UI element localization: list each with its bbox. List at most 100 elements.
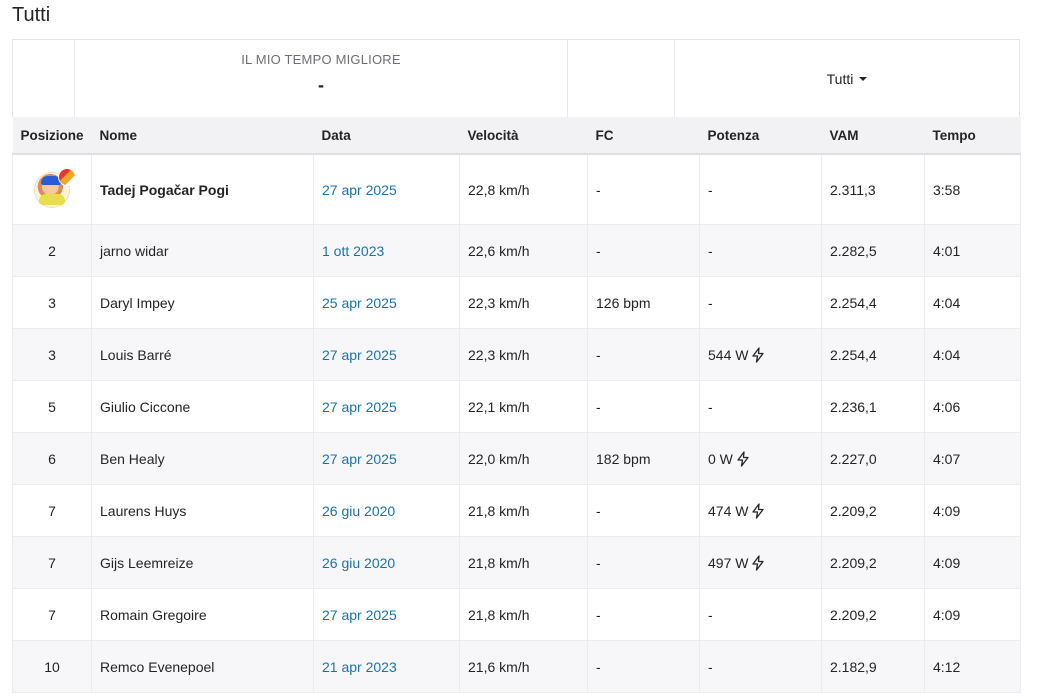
activity-date-link[interactable]: 27 apr 2025 [322,607,397,623]
athlete-name[interactable]: Gijs Leemreize [91,536,314,589]
time-cell: 4:01 [924,224,1021,277]
header-position[interactable]: Posizione [12,117,92,155]
table-row[interactable]: Tadej Pogačar Pogi 27 apr 2025 22,8 km/h - -… [12,154,1021,225]
power-cell: - [699,154,822,225]
rank-cell [12,154,92,225]
summary-spacer-mid [568,40,675,117]
activity-date-link[interactable]: 27 apr 2025 [322,451,397,467]
hr-cell: - [587,380,700,433]
power-value: 544 W [708,346,749,363]
date-cell: 27 apr 2025 [313,328,460,381]
vam-cell: 2.209,2 [821,588,925,641]
speed-cell: 22,6 km/h [459,224,588,277]
date-cell: 27 apr 2025 [313,432,460,485]
header-hr[interactable]: FC [587,117,700,155]
table-row[interactable]: 6 Ben Healy 27 apr 2025 22,0 km/h 182 bpm 0 W… [12,432,1021,485]
filter-dropdown[interactable]: Tutti [827,71,868,87]
leaderboard-table: Posizione Nome Data Velocità FC Potenza … [12,117,1021,693]
activity-date-link[interactable]: 27 apr 2025 [322,347,397,363]
time-cell: 4:09 [924,484,1021,537]
header-power[interactable]: Potenza [699,117,822,155]
date-cell: 21 apr 2023 [313,640,460,693]
rank-cell: 7 [12,588,92,641]
hr-cell: - [587,588,700,641]
lightning-bolt-icon [748,502,765,519]
table-row[interactable]: 3 Daryl Impey 25 apr 2025 22,3 km/h 126 bpm -… [12,276,1021,329]
vam-cell: 2.182,9 [821,640,925,693]
power-cell: 544 W [699,328,822,381]
time-cell: 4:04 [924,276,1021,329]
header-date[interactable]: Data [313,117,460,155]
header-speed[interactable]: Velocità [459,117,588,155]
vam-cell: 2.282,5 [821,224,925,277]
header-vam[interactable]: VAM [821,117,925,155]
rank-cell: 3 [12,276,92,329]
table-row[interactable]: 7 Gijs Leemreize 26 giu 2020 21,8 km/h -497 … [12,536,1021,589]
table-row[interactable]: 7 Romain Gregoire 27 apr 2025 21,8 km/h - -2.… [12,588,1021,641]
header-name[interactable]: Nome [91,117,314,155]
athlete-name[interactable]: Ben Healy [91,432,314,485]
hr-cell: - [587,154,700,225]
power-cell: - [699,380,822,433]
athlete-name[interactable]: Daryl Impey [91,276,314,329]
athlete-name[interactable]: Giulio Ciccone [91,380,314,433]
rank-cell: 5 [12,380,92,433]
vam-cell: 2.227,0 [821,432,925,485]
date-cell: 26 giu 2020 [313,484,460,537]
vam-cell: 2.254,4 [821,276,925,329]
speed-cell: 21,8 km/h [459,536,588,589]
athlete-name[interactable]: Tadej Pogačar Pogi [91,154,314,225]
best-time-summary: IL MIO TEMPO MIGLIORE - Tutti [12,39,1020,117]
power-cell: 474 W [699,484,822,537]
time-cell: 3:58 [924,154,1021,225]
speed-cell: 22,0 km/h [459,432,588,485]
table-row[interactable]: 10 Remco Evenepoel 21 apr 2023 21,6 km/h - -2… [12,640,1021,693]
table-header-row: Posizione Nome Data Velocità FC Potenza … [12,117,1021,155]
activity-date-link[interactable]: 25 apr 2025 [322,295,397,311]
table-row[interactable]: 5 Giulio Ciccone 27 apr 2025 22,1 km/h - -2.2… [12,380,1021,433]
best-time-value: - [318,75,324,95]
avatar-badge-icon [35,168,75,207]
athlete-name[interactable]: jarno widar [91,224,314,277]
athlete-name[interactable]: Laurens Huys [91,484,314,537]
athlete-name[interactable]: Remco Evenepoel [91,640,314,693]
activity-date-link[interactable]: 26 giu 2020 [322,503,395,519]
activity-date-link[interactable]: 1 ott 2023 [322,243,384,259]
time-cell: 4:12 [924,640,1021,693]
lightning-bolt-icon [748,346,765,363]
activity-date-link[interactable]: 27 apr 2025 [322,182,397,198]
header-time[interactable]: Tempo [924,117,1021,155]
date-cell: 27 apr 2025 [313,154,460,225]
date-cell: 27 apr 2025 [313,380,460,433]
athlete-name[interactable]: Romain Gregoire [91,588,314,641]
leaderboard-body: Tadej Pogačar Pogi 27 apr 2025 22,8 km/h - -… [12,154,1021,693]
table-row[interactable]: 3 Louis Barré 27 apr 2025 22,3 km/h -544 W 2.… [12,328,1021,381]
power-value: 497 W [708,554,749,571]
rank-cell: 7 [12,484,92,537]
hr-cell: - [587,484,700,537]
speed-cell: 21,8 km/h [459,588,588,641]
speed-cell: 22,8 km/h [459,154,588,225]
rank-cell: 6 [12,432,92,485]
time-cell: 4:06 [924,380,1021,433]
table-row[interactable]: 2 jarno widar 1 ott 2023 22,6 km/h - -2.282,5… [12,224,1021,277]
activity-date-link[interactable]: 26 giu 2020 [322,555,395,571]
power-value: 474 W [708,502,749,519]
time-cell: 4:04 [924,328,1021,381]
athlete-name[interactable]: Louis Barré [91,328,314,381]
hr-cell: 182 bpm [587,432,700,485]
power-cell: - [699,276,822,329]
activity-date-link[interactable]: 21 apr 2023 [322,659,397,675]
time-cell: 4:07 [924,432,1021,485]
hr-cell: - [587,536,700,589]
table-row[interactable]: 7 Laurens Huys 26 giu 2020 21,8 km/h -474 W 2… [12,484,1021,537]
page-title: Tutti [12,4,51,26]
power-cell: 497 W [699,536,822,589]
power-value: 0 W [708,450,733,467]
activity-date-link[interactable]: 27 apr 2025 [322,399,397,415]
date-cell: 1 ott 2023 [313,224,460,277]
date-cell: 26 giu 2020 [313,536,460,589]
rank-cell: 3 [12,328,92,381]
best-time-label: IL MIO TEMPO MIGLIORE [241,52,401,67]
lightning-bolt-icon [733,450,750,467]
